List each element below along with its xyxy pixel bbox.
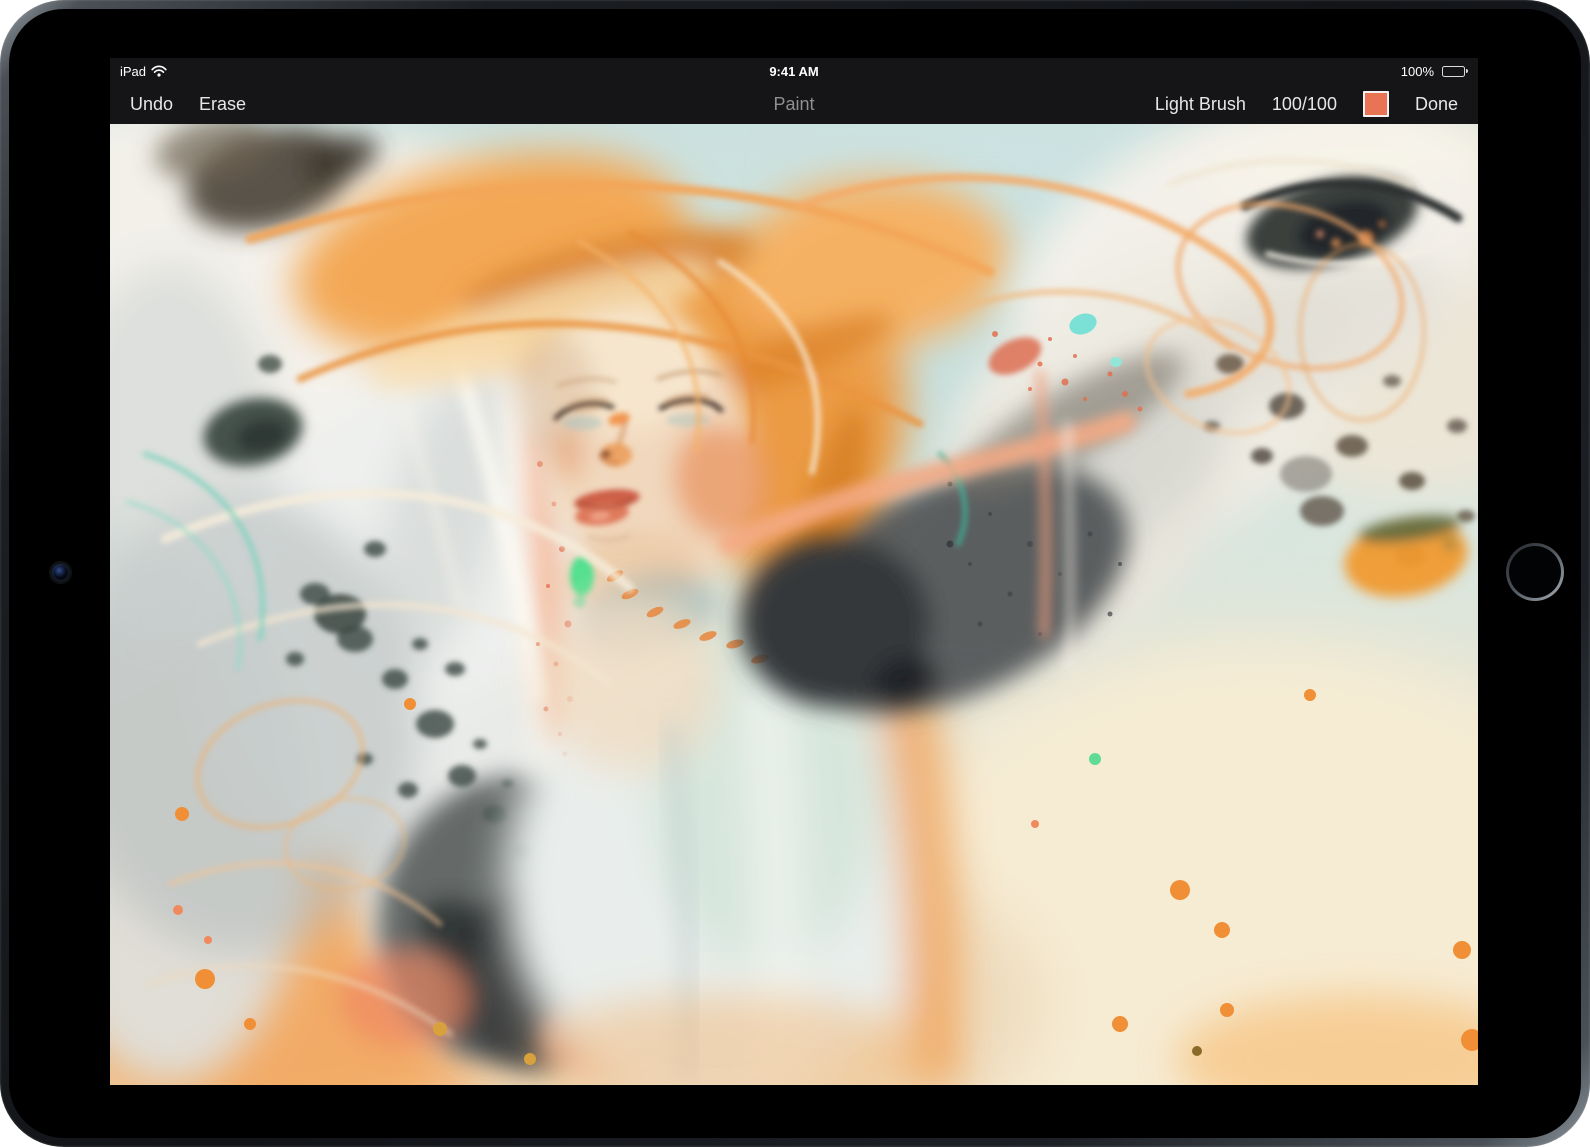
carrier-label: iPad [120,63,147,79]
brush-size-button[interactable]: 100/100 [1272,94,1337,115]
undo-button[interactable]: Undo [130,94,173,115]
painting-canvas[interactable] [110,124,1478,1085]
done-button[interactable]: Done [1415,94,1458,115]
wifi-icon [151,65,167,77]
battery-percent: 100% [1400,63,1434,79]
home-button[interactable] [1506,543,1564,601]
status-bar: iPad 9:41 AM 100% [110,58,1478,84]
front-camera [52,564,69,581]
erase-button[interactable]: Erase [199,94,246,115]
brush-picker-button[interactable]: Light Brush [1155,94,1246,115]
color-swatch-button[interactable] [1362,91,1389,117]
ipad-device: iPad 9:41 AM 100% Undo Erase Paint Light… [0,0,1590,1147]
screen: iPad 9:41 AM 100% Undo Erase Paint Light… [110,58,1478,1085]
app-header: iPad 9:41 AM 100% Undo Erase Paint Light… [110,58,1478,124]
toolbar: Undo Erase Paint Light Brush 100/100 Don… [110,84,1478,124]
clock: 9:41 AM [769,63,819,79]
battery-icon [1442,65,1468,77]
